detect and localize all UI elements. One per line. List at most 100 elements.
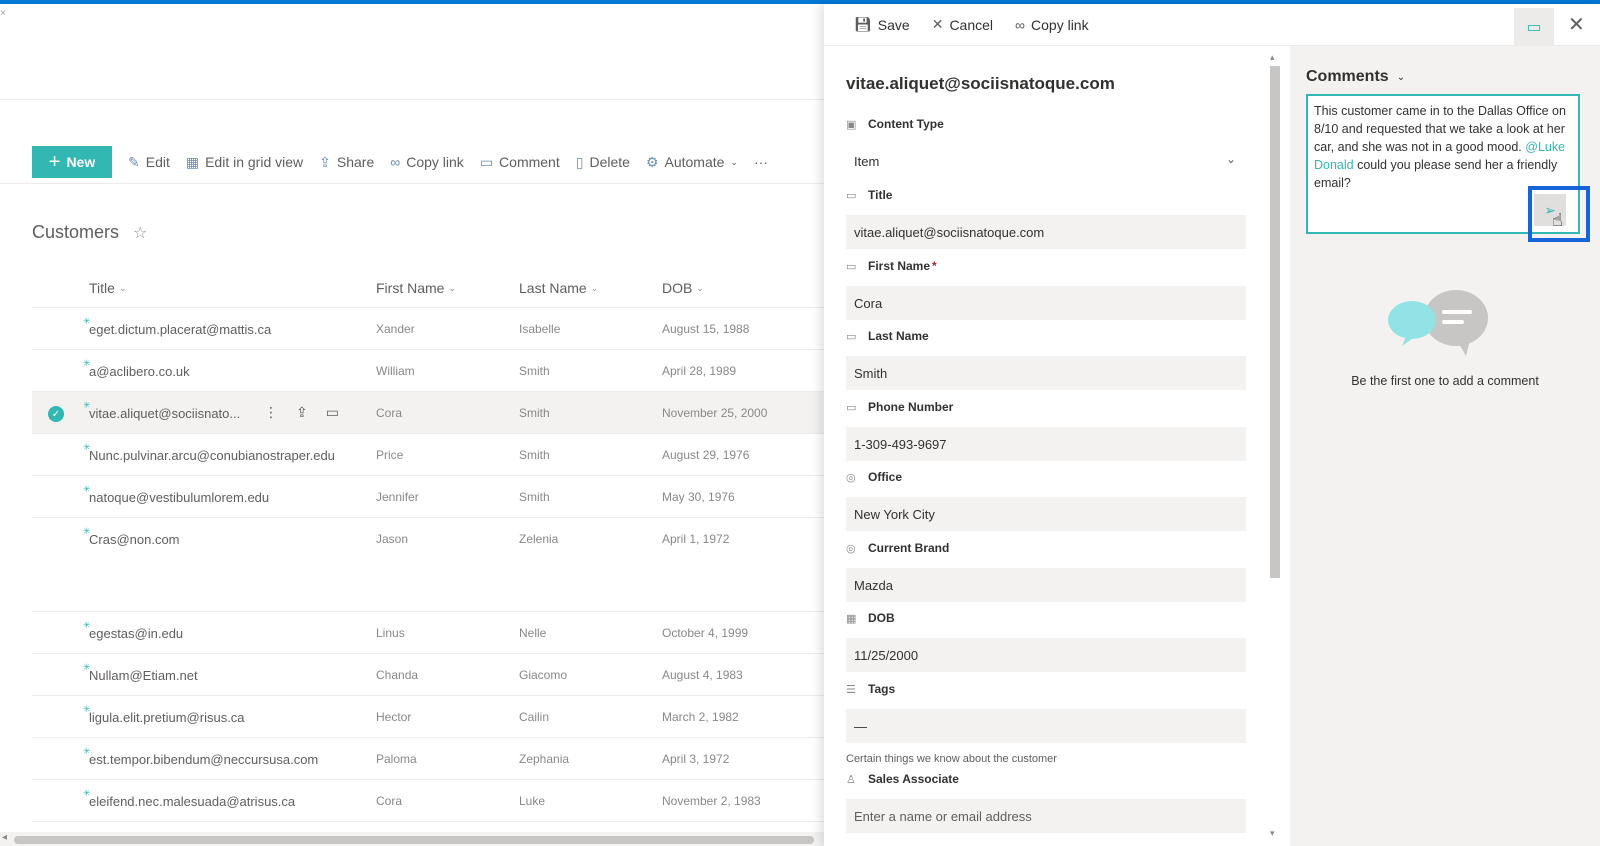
comment-icon: ▭: [1526, 19, 1542, 36]
form-vertical-scrollbar[interactable]: ▴ ▾: [1268, 52, 1282, 842]
scrollbar-thumb[interactable]: [14, 836, 814, 844]
panel-copy-link-button[interactable]: ∞ Copy link: [1015, 17, 1089, 33]
star-icon[interactable]: ☆: [133, 223, 147, 243]
row-actions: ⋮ ⇪ ▭: [264, 404, 339, 421]
cell-title[interactable]: Nullam@Etiam.net: [89, 668, 198, 683]
table-row[interactable]: ✳ ligula.elit.pretium@risus.ca Hector Cai…: [32, 696, 824, 738]
comments-pane: Comments ⌄ This customer came in to the …: [1290, 46, 1600, 846]
chevron-down-icon: ⌄: [730, 156, 738, 167]
edit-grid-button[interactable]: ▦ Edit in grid view: [186, 154, 303, 171]
new-item-icon: ✳: [83, 662, 91, 672]
text-field-icon: ▭: [846, 189, 857, 202]
new-button[interactable]: + New: [32, 146, 112, 178]
table-row[interactable]: ✳ Nunc.pulvinar.arcu@conubianostraper.edu…: [32, 434, 824, 476]
cell-title[interactable]: Nunc.pulvinar.arcu@conubianostraper.edu: [89, 448, 335, 463]
comments-header[interactable]: Comments ⌄: [1306, 68, 1405, 86]
field-value: —: [854, 718, 867, 734]
list-table: Title ⌄ First Name ⌄ Last Name ⌄ DOB ⌄ ✳…: [32, 266, 824, 822]
scroll-left-arrow-icon[interactable]: ◂: [2, 832, 7, 843]
cell-title[interactable]: eleifend.nec.malesuada@atrisus.ca: [89, 794, 295, 809]
cell-dob: May 30, 1976: [662, 490, 735, 504]
column-header-first-name[interactable]: First Name ⌄: [376, 280, 456, 296]
table-row-selected[interactable]: ✓ ✳ vitae.aliquet@sociisnato... ⋮ ⇪ ▭ Cor…: [32, 392, 824, 434]
cell-title[interactable]: eget.dictum.placerat@mattis.ca: [89, 322, 271, 337]
cell-first-name: Cora: [376, 794, 403, 808]
automate-button[interactable]: ⚙ Automate ⌄: [646, 154, 738, 171]
comments-toggle-button[interactable]: ▭: [1514, 8, 1554, 46]
phone-number-input[interactable]: 1-309-493-9697: [846, 427, 1246, 461]
close-panel-button[interactable]: ✕: [1568, 12, 1585, 37]
share-button[interactable]: ⇪ Share: [319, 154, 374, 171]
plus-icon: +: [48, 151, 61, 173]
content-type-dropdown[interactable]: Item ⌄: [846, 144, 1246, 178]
cell-dob: April 3, 1972: [662, 752, 730, 766]
cell-last-name: Zelenia: [519, 532, 559, 546]
scroll-up-arrow-icon[interactable]: ▴: [1270, 52, 1275, 63]
horizontal-scrollbar[interactable]: ◂: [0, 832, 824, 846]
link-icon: ∞: [1015, 16, 1026, 33]
column-header-label: DOB: [662, 280, 693, 296]
save-button[interactable]: 💾︎ Save: [854, 16, 910, 33]
current-brand-select[interactable]: Mazda: [846, 568, 1246, 602]
delete-button[interactable]: ▯ Delete: [576, 154, 630, 171]
first-name-input[interactable]: Cora: [846, 286, 1246, 320]
field-value: Item: [854, 153, 880, 169]
scrollbar-thumb[interactable]: [1270, 66, 1280, 578]
table-row[interactable]: ✳ Cras@non.com Jason Zelenia April 1, 197…: [32, 518, 824, 612]
column-header-title[interactable]: Title ⌄: [89, 280, 126, 296]
tags-input[interactable]: —: [846, 709, 1246, 743]
table-row[interactable]: ✳ eget.dictum.placerat@mattis.ca Xander I…: [32, 308, 824, 350]
cell-title[interactable]: a@aclibero.co.uk: [89, 364, 190, 379]
cell-title[interactable]: Cras@non.com: [89, 532, 180, 547]
cell-title[interactable]: ligula.elit.pretium@risus.ca: [89, 710, 245, 725]
choice-icon: ◎: [846, 542, 856, 555]
dob-date-picker[interactable]: 11/25/2000: [846, 638, 1246, 672]
chevron-down-icon: ⌄: [1225, 152, 1236, 166]
table-row[interactable]: ✳ Nullam@Etiam.net Chanda Giacomo August …: [32, 654, 824, 696]
column-header-dob[interactable]: DOB ⌄: [662, 280, 704, 296]
more-vertical-icon[interactable]: ⋮: [264, 404, 278, 421]
scroll-down-arrow-icon[interactable]: ▾: [1270, 828, 1275, 839]
cell-title[interactable]: natoque@vestibulumlorem.edu: [89, 490, 269, 505]
office-select[interactable]: New York City: [846, 497, 1246, 531]
new-item-icon: ✳: [83, 484, 91, 494]
table-row[interactable]: ✳ egestas@in.edu Linus Nelle October 4, 1…: [32, 612, 824, 654]
cell-first-name: Chanda: [376, 668, 419, 682]
header-divider: [0, 99, 824, 100]
table-row[interactable]: ✳ est.tempor.bibendum@neccursusa.com Palo…: [32, 738, 824, 780]
calendar-icon: ▦: [846, 612, 857, 625]
more-button[interactable]: ···: [754, 154, 768, 170]
pencil-icon: ✎: [128, 153, 140, 170]
save-icon: 💾︎: [854, 16, 872, 32]
column-header-last-name[interactable]: Last Name ⌄: [519, 280, 598, 296]
new-item-icon: ✳: [83, 316, 91, 326]
field-label: Sales Associate: [868, 772, 959, 786]
share-icon[interactable]: ⇪: [296, 404, 308, 421]
sales-associate-people-picker[interactable]: Enter a name or email address: [846, 799, 1246, 833]
comment-button[interactable]: ▭ Comment: [480, 154, 560, 171]
edit-button[interactable]: ✎ Edit: [128, 154, 170, 171]
cancel-button[interactable]: ✕ Cancel: [932, 16, 993, 33]
table-row[interactable]: ✳ a@aclibero.co.uk William Smith April 28…: [32, 350, 824, 392]
last-name-input[interactable]: Smith: [846, 356, 1246, 390]
title-input[interactable]: vitae.aliquet@sociisnatoque.com: [846, 215, 1246, 249]
cell-title[interactable]: egestas@in.edu: [89, 626, 183, 641]
new-item-icon: ✳: [83, 400, 91, 410]
list-icon: ☰: [846, 683, 856, 696]
comment-icon: ▭: [479, 153, 494, 170]
cell-first-name: Price: [376, 448, 404, 462]
cell-last-name: Luke: [519, 794, 546, 808]
table-row[interactable]: ✳ natoque@vestibulumlorem.edu Jennifer Sm…: [32, 476, 824, 518]
table-row[interactable]: ✳ eleifend.nec.malesuada@atrisus.ca Cora …: [32, 780, 824, 822]
cell-last-name: Smith: [519, 406, 550, 420]
command-bar: + New ✎ Edit ▦ Edit in grid view ⇪ Share…: [32, 146, 768, 178]
cell-last-name: Smith: [519, 490, 550, 504]
comment-icon[interactable]: ▭: [326, 404, 339, 421]
copy-link-button[interactable]: ∞ Copy link: [390, 154, 464, 170]
cell-title[interactable]: est.tempor.bibendum@neccursusa.com: [89, 752, 318, 767]
command-bar-divider: [0, 183, 824, 184]
checkmark-icon[interactable]: ✓: [48, 406, 64, 422]
cell-title[interactable]: vitae.aliquet@sociisnato...: [89, 406, 240, 421]
field-label: First Name: [868, 259, 931, 273]
cancel-label: Cancel: [949, 16, 994, 33]
